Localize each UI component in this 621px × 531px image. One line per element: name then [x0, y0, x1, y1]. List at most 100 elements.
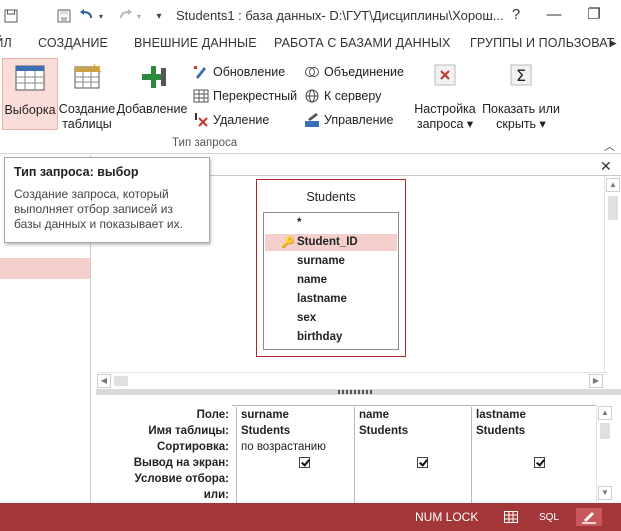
passthrough-query-label: К серверу: [324, 89, 382, 103]
grid-table-cell[interactable]: Students: [355, 423, 471, 439]
tab-groups-users[interactable]: ГРУППЫ И ПОЛЬЗОВАТ: [470, 36, 614, 50]
field-item-primary-key[interactable]: 🔑 Student_ID: [265, 234, 397, 251]
show-checkbox[interactable]: [417, 457, 428, 468]
make-table-button[interactable]: Создание таблицы: [58, 58, 116, 134]
field-item[interactable]: lastname: [265, 291, 397, 308]
grid-or-cell[interactable]: [355, 487, 471, 503]
crosstab-query-button[interactable]: Перекрестный: [193, 87, 297, 105]
title-bar: ▾ ▾ ▾ Students1 : база данных- D:\ГУТ\Ди…: [0, 0, 621, 32]
globe-icon: [304, 88, 320, 104]
grid-criteria-cell[interactable]: [237, 471, 354, 487]
show-hide-button[interactable]: Σ Показать или скрыть ▾: [480, 60, 562, 132]
redo-icon[interactable]: [116, 6, 134, 26]
row-label-field: Поле:: [196, 409, 229, 421]
passthrough-query-button[interactable]: К серверу: [304, 87, 381, 105]
save-icon[interactable]: [4, 6, 18, 26]
grid-vertical-scrollbar[interactable]: ▲ ▼: [596, 404, 613, 502]
grid-show-cell[interactable]: [237, 455, 354, 471]
window-title: Students1 : база данных- D:\ГУТ\Дисципли…: [176, 8, 504, 23]
field-item-label: Student_ID: [297, 236, 358, 248]
append-query-button[interactable]: Добавление: [116, 58, 188, 130]
grid-field-cell[interactable]: surname: [237, 407, 354, 423]
sql-view-button[interactable]: SQL: [538, 508, 560, 526]
tab-database-tools[interactable]: РАБОТА С БАЗАМИ ДАННЫХ: [274, 36, 451, 50]
tabs-scroll-right-icon[interactable]: ►: [607, 36, 619, 50]
row-label-or: или:: [203, 489, 229, 501]
field-item[interactable]: name: [265, 272, 397, 289]
grid-scroll-thumb[interactable]: [600, 423, 610, 439]
make-table-icon: [58, 63, 116, 94]
crosstab-query-label: Перекрестный: [213, 89, 298, 103]
grid-show-cell[interactable]: [355, 455, 471, 471]
union-query-label: Объединение: [324, 65, 404, 79]
field-item[interactable]: sex: [265, 310, 397, 327]
grid-table-cell[interactable]: Students: [472, 423, 596, 439]
grid-field-cell[interactable]: name: [355, 407, 471, 423]
ddl-query-button[interactable]: Управление: [304, 111, 394, 129]
undo-dropdown-icon[interactable]: ▾: [96, 6, 106, 26]
minimize-button[interactable]: —: [540, 4, 568, 26]
undo-icon[interactable]: [78, 6, 96, 26]
union-query-button[interactable]: Объединение: [304, 63, 404, 81]
field-list: * 🔑 Student_ID surname name lastname sex…: [263, 212, 399, 350]
show-checkbox[interactable]: [534, 457, 545, 468]
grid-sort-cell[interactable]: [472, 439, 596, 455]
grid-criteria-cell[interactable]: [355, 471, 471, 487]
row-label-show: Вывод на экран:: [133, 457, 229, 469]
close-query-icon[interactable]: ✕: [600, 158, 612, 175]
show-checkbox[interactable]: [299, 457, 310, 468]
grid-column[interactable]: lastname Students: [471, 407, 596, 503]
grid-row-labels: Поле: Имя таблицы: Сортировка: Вывод на …: [96, 407, 232, 503]
tab-create[interactable]: СОЗДАНИЕ: [38, 36, 108, 50]
grid-column[interactable]: surname Students по возрастанию: [236, 407, 354, 503]
field-item[interactable]: *: [265, 215, 397, 232]
field-item[interactable]: surname: [265, 253, 397, 270]
query-setup-icon: [412, 62, 478, 92]
datasheet-view-icon[interactable]: [502, 508, 520, 526]
design-vertical-scrollbar[interactable]: ▲: [604, 176, 621, 372]
grid-table-cell[interactable]: Students: [237, 423, 354, 439]
table-field-list[interactable]: Students * 🔑 Student_ID surname name las…: [256, 179, 406, 357]
grid-show-cell[interactable]: [472, 455, 596, 471]
splitter-grip-icon[interactable]: [338, 390, 374, 394]
svg-text:Σ: Σ: [516, 66, 526, 85]
design-horizontal-scrollbar[interactable]: ◀ ▶: [97, 372, 607, 388]
make-table-label-1: Создание: [58, 102, 116, 116]
nav-selected-item[interactable]: [0, 258, 90, 279]
hscroll-thumb[interactable]: [114, 376, 128, 386]
grid-sort-cell[interactable]: по возрастанию: [237, 439, 354, 455]
grid-column[interactable]: name Students: [354, 407, 471, 503]
query-setup-label-1: Настройка: [414, 102, 476, 116]
scroll-right-icon[interactable]: ▶: [589, 374, 603, 388]
customize-quick-access-icon[interactable]: ▾: [152, 6, 166, 26]
scroll-thumb[interactable]: [608, 196, 618, 220]
show-hide-label-2: скрыть ▾: [496, 117, 546, 131]
delete-query-button[interactable]: Удаление: [193, 111, 269, 129]
union-rings-icon: [304, 64, 320, 80]
grid-or-cell[interactable]: [472, 487, 596, 503]
grid-scroll-down-icon[interactable]: ▼: [598, 486, 612, 500]
select-query-label: Выборка: [4, 103, 56, 117]
key-icon: 🔑: [281, 237, 295, 249]
help-button[interactable]: ?: [502, 4, 530, 26]
grid-sort-cell[interactable]: [355, 439, 471, 455]
query-setup-button[interactable]: Настройка запроса ▾: [412, 60, 478, 132]
grid-criteria-cell[interactable]: [472, 471, 596, 487]
grid-scroll-up-icon[interactable]: ▲: [598, 406, 612, 420]
update-query-button[interactable]: Обновление: [193, 63, 285, 81]
ribbon-tabs: АЙЛ СОЗДАНИЕ ВНЕШНИЕ ДАННЫЕ РАБОТА С БАЗ…: [0, 32, 621, 56]
design-view-icon[interactable]: [576, 508, 602, 526]
redo-dropdown-icon[interactable]: ▾: [134, 6, 144, 26]
tab-external-data[interactable]: ВНЕШНИЕ ДАННЫЕ: [134, 36, 257, 50]
collapse-ribbon-icon[interactable]: ︿: [604, 138, 615, 154]
save-quick-icon[interactable]: [56, 6, 72, 26]
grid-field-cell[interactable]: lastname: [472, 407, 596, 423]
grid-or-cell[interactable]: [237, 487, 354, 503]
select-query-button[interactable]: Выборка: [2, 58, 58, 130]
field-item[interactable]: birthday: [265, 329, 397, 346]
tab-file[interactable]: АЙЛ: [0, 36, 12, 50]
scroll-left-icon[interactable]: ◀: [97, 374, 111, 388]
restore-button[interactable]: ❐: [580, 4, 608, 26]
scroll-up-icon[interactable]: ▲: [606, 178, 620, 192]
tooltip-title: Тип запроса: выбор: [14, 165, 139, 179]
